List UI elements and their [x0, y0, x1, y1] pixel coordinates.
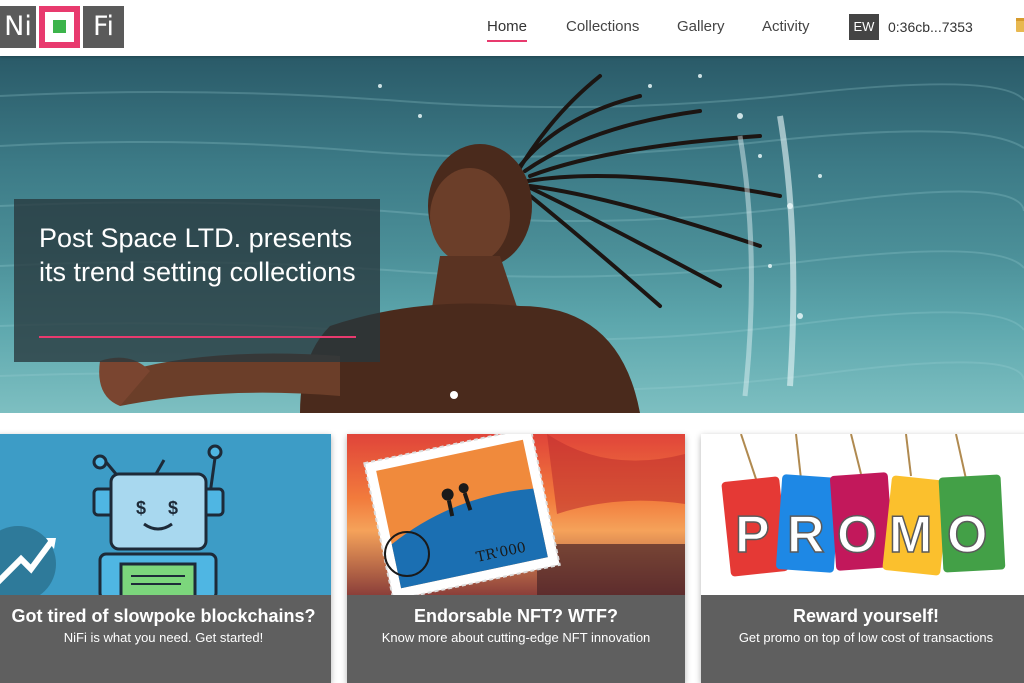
promo-letter: O [837, 506, 877, 564]
promo-tags: P R O M O [701, 434, 1024, 595]
nav-gallery[interactable]: Gallery [677, 18, 725, 35]
card-footer: Reward yourself! Get promo on top of low… [701, 595, 1024, 683]
card-footer: Endorsable NFT? WTF? Know more about cut… [347, 595, 685, 683]
logo-fi-text: Fi [83, 6, 124, 48]
hero-banner: Post Space LTD. presents its trend setti… [0, 56, 1024, 413]
card-title: Endorsable NFT? WTF? [414, 606, 618, 626]
promo-letter: O [947, 506, 987, 564]
nav-home[interactable]: Home [487, 18, 528, 42]
hero-caption-box: Post Space LTD. presents its trend setti… [14, 199, 380, 362]
logo-square-icon [39, 6, 80, 48]
feature-card-promo[interactable]: P R O M O Reward yourself! Get promo on … [701, 434, 1024, 683]
hero-title-underline [39, 336, 356, 338]
card-title: Got tired of slowpoke blockchains? [11, 606, 316, 626]
nav-collections[interactable]: Collections [566, 18, 639, 35]
carousel-indicator[interactable] [450, 391, 458, 399]
robot-illustration: $ $ [0, 434, 331, 595]
postage-stamp-sunset: TR'000 [347, 434, 685, 595]
promo-letter: P [735, 506, 770, 564]
promo-letter: R [787, 506, 825, 564]
card-subtitle: Get promo on top of low cost of transact… [738, 630, 994, 645]
svg-text:$: $ [136, 498, 146, 518]
promo-letter: M [889, 506, 932, 564]
feature-card-blockchain[interactable]: $ $ Got tired of slowpoke blockchains? N… [0, 434, 331, 683]
cart-icon[interactable] [1014, 16, 1024, 36]
top-navbar: Ni Fi Home Collections Gallery Activity … [0, 0, 1024, 56]
card-title: Reward yourself! [792, 606, 940, 626]
wallet-avatar[interactable]: EW [849, 14, 879, 40]
nav-activity[interactable]: Activity [762, 18, 810, 35]
wallet-address[interactable]: 0:36cb...7353 [888, 19, 973, 35]
logo-ni-text: Ni [0, 6, 36, 48]
card-subtitle: Know more about cutting-edge NFT innovat… [381, 630, 651, 645]
svg-text:$: $ [168, 498, 178, 518]
feature-card-endorsable-nft[interactable]: TR'000 Endorsable NFT? WTF? Know more ab… [347, 434, 685, 683]
card-footer: Got tired of slowpoke blockchains? NiFi … [0, 595, 331, 683]
nifi-logo[interactable]: Ni Fi [0, 6, 124, 48]
hero-title: Post Space LTD. presents its trend setti… [39, 223, 356, 287]
card-subtitle: NiFi is what you need. Get started! [63, 630, 264, 645]
